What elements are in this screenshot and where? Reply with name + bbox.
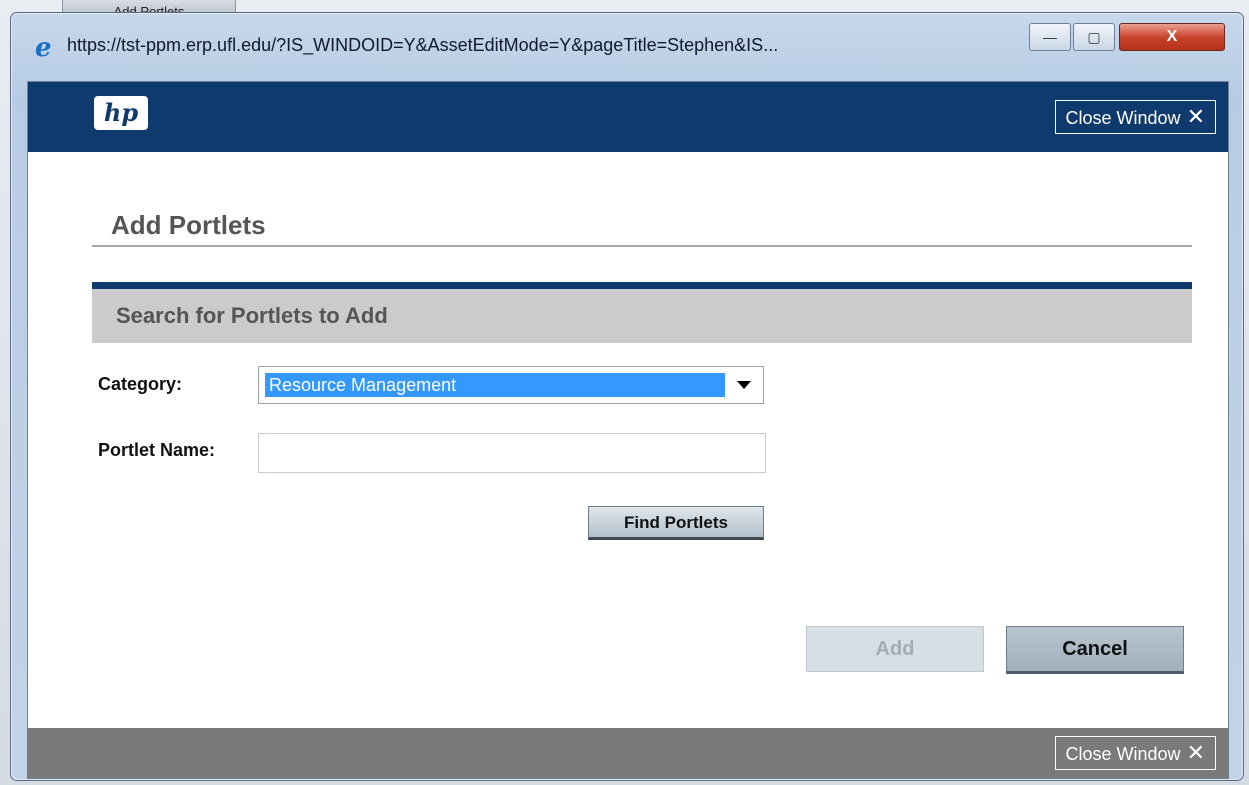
- footer-bar: Close Window ✕: [28, 728, 1228, 778]
- window-close-button[interactable]: X: [1119, 23, 1225, 51]
- close-window-button-bottom[interactable]: Close Window ✕: [1054, 736, 1216, 770]
- close-window-button-top[interactable]: Close Window ✕: [1054, 100, 1216, 134]
- page-title: Add Portlets: [111, 210, 266, 240]
- portlet-name-label: Portlet Name:: [98, 440, 216, 460]
- popup-window: e https://tst-ppm.erp.ufl.edu/?IS_WINDOI…: [10, 12, 1244, 781]
- search-section-title: Search for Portlets to Add: [116, 303, 388, 328]
- add-button[interactable]: Add: [806, 626, 984, 672]
- find-portlets-button[interactable]: Find Portlets: [588, 506, 764, 540]
- maximize-button[interactable]: ▢: [1073, 23, 1115, 51]
- portlet-name-input[interactable]: [258, 433, 766, 473]
- search-section-header: Search for Portlets to Add: [92, 289, 1192, 343]
- close-icon: ✕: [1186, 104, 1205, 129]
- section-top-rule: [92, 282, 1192, 289]
- category-selected-value: Resource Management: [265, 373, 725, 397]
- minimize-button[interactable]: —: [1029, 23, 1071, 51]
- cancel-button[interactable]: Cancel: [1006, 626, 1184, 674]
- header-bar: hp Close Window ✕: [28, 82, 1228, 152]
- category-label: Category:: [98, 374, 183, 394]
- hp-logo: hp: [94, 96, 148, 130]
- window-titlebar[interactable]: e https://tst-ppm.erp.ufl.edu/?IS_WINDOI…: [11, 13, 1243, 77]
- window-title: https://tst-ppm.erp.ufl.edu/?IS_WINDOID=…: [67, 35, 779, 55]
- close-window-label: Close Window: [1065, 744, 1181, 764]
- category-select[interactable]: Resource Management: [258, 366, 764, 404]
- close-icon: ✕: [1186, 740, 1205, 765]
- chevron-down-icon: [737, 381, 751, 389]
- title-divider: [92, 245, 1192, 247]
- internet-explorer-icon: e: [35, 33, 52, 63]
- close-window-label: Close Window: [1065, 108, 1181, 128]
- dialog-content: hp Close Window ✕ Add Portlets Search for…: [27, 81, 1229, 779]
